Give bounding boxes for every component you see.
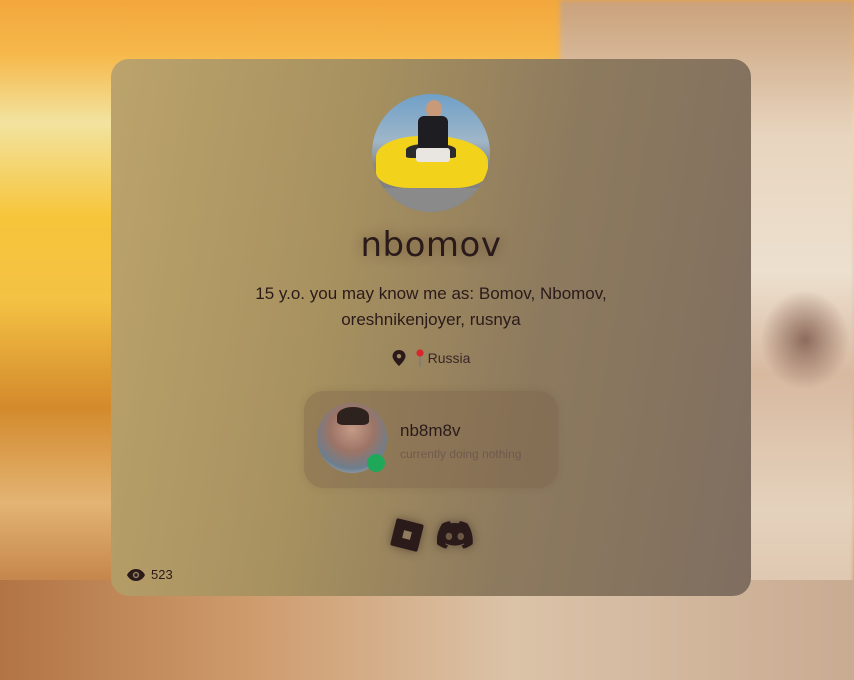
username: nbomov <box>360 225 502 265</box>
profile-card: nbomov 15 y.o. you may know me as: Bomov… <box>111 59 751 596</box>
roblox-icon <box>390 518 424 552</box>
location-text: Russia <box>427 350 471 366</box>
roblox-link[interactable] <box>389 517 425 553</box>
location: Russia <box>111 349 751 367</box>
background-detail <box>760 290 850 390</box>
map-pin-icon <box>392 350 406 366</box>
view-counter: 523 <box>127 567 173 582</box>
presence-card: nb8m8v currently doing nothing <box>304 391 558 488</box>
discord-link[interactable] <box>437 517 473 553</box>
view-count: 523 <box>151 567 173 582</box>
eye-icon <box>127 568 145 581</box>
round-pushpin-icon <box>415 349 424 367</box>
online-status-indicator <box>367 454 385 472</box>
bio: 15 y.o. you may know me as: Bomov, Nbomo… <box>255 284 607 329</box>
social-links <box>111 517 751 553</box>
profile-avatar <box>372 94 490 212</box>
presence-status: currently doing nothing <box>400 447 522 461</box>
presence-name: nb8m8v <box>400 421 461 440</box>
discord-icon <box>437 521 473 549</box>
